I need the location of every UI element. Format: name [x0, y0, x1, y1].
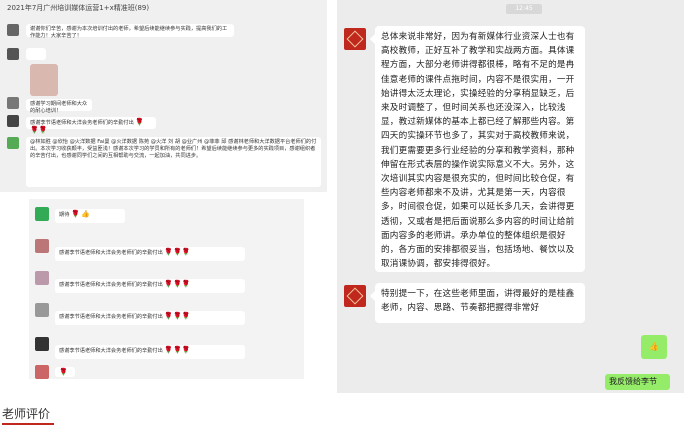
avatar	[35, 271, 49, 285]
chat-message: 感谢李节语老师和大洋会务老师们的辛勤付出 🌹🌹🌹	[55, 345, 245, 359]
chat-message-feedback: 总体来说非常好，因为有新媒体行业资深人士也有高校教师，正好互补了教学和实战两方面…	[370, 26, 585, 272]
group-chat-title: 2021年7月广州培训媒体运营1+x精准班(89)	[7, 4, 150, 12]
avatar	[7, 115, 19, 127]
chat-message: 感谢李节语老师和大洋会务老师们的辛勤付出 🌹🌹🌹	[55, 279, 245, 293]
avatar	[35, 337, 49, 351]
chat-message: 谢谢你们辛苦，感谢为本次培训付出的老师，希望后续能继续参与实践，提高我们的工作能…	[26, 24, 234, 39]
message-text: 感谢李节语老师和大洋会务老师们的辛勤付出	[59, 282, 163, 288]
flower-emoji: 🌹🌹🌹	[164, 346, 191, 354]
chat-message-highlight: 特别提一下，在这些老师里面，讲得最好的是桂鑫老师，内容、思路、节奏都把握得非常好	[370, 283, 585, 323]
message-text: 感谢李节语老师和大洋会务老师们的辛勤付出	[59, 314, 163, 320]
timestamp: 12:45	[506, 4, 542, 14]
thumbs-emoji: 👍	[81, 210, 91, 218]
avatar-red-logo	[344, 285, 366, 307]
message-text: 感谢李节语老师和大洋会务老师们的辛勤付出	[59, 250, 163, 256]
message-text: 期待	[59, 212, 70, 218]
group-chat-screenshot-bottom: 期待 🌹 👍 感谢李节语老师和大洋会务老师们的辛勤付出 🌹🌹🌹 感谢李节语老师和…	[29, 199, 304, 379]
chat-message: 感谢李节语老师和大洋会务老师们的辛勤付出 🌹🌹🌹	[55, 311, 245, 325]
section-title: 老师评价	[2, 407, 51, 421]
group-chat-screenshot-top: 2021年7月广州培训媒体运营1+x精准班(89) 谢谢你们辛苦，感谢为本次培训…	[0, 0, 327, 192]
avatar	[7, 48, 19, 60]
avatar	[7, 24, 19, 36]
chat-message: 期待 🌹 👍	[55, 209, 125, 223]
flower-emoji: 🌹🌹🌹	[164, 248, 191, 256]
chat-message-long: @林如胜 @欣怡 @火洋数据 Fai曼 @火洋数据 陈苑 @火洋 刘 胡 @业广…	[26, 137, 321, 187]
avatar	[35, 239, 49, 253]
section-underline	[2, 423, 54, 425]
chat-message: 感谢学习期间老师和大众的耐心培训！	[26, 99, 92, 114]
avatar-red-logo	[344, 28, 366, 50]
avatar	[35, 365, 49, 379]
chat-message: 感谢李节语老师和大洋会务老师们的辛勤付出 🌹🌹🌹	[55, 247, 245, 261]
chat-message: 🌹	[55, 367, 75, 377]
flower-emoji: 🌹🌹🌹	[164, 312, 191, 320]
avatar	[35, 303, 49, 317]
private-chat-screenshot: 12:45 总体来说非常好，因为有新媒体行业资深人士也有高校教师，正好互补了教学…	[337, 0, 684, 393]
reply-emoji-bubble: 👍	[641, 335, 667, 359]
avatar	[7, 97, 19, 109]
avatar	[7, 137, 19, 149]
chat-message: 感谢李节语老师和大洋会务老师们的辛勤付出 🌹🌹🌹	[26, 117, 156, 134]
message-text: 感谢李节语老师和大洋会务老师们的辛勤付出	[59, 348, 163, 354]
flower-emoji: 🌹	[59, 368, 68, 376]
avatar	[35, 207, 49, 221]
photo-avatar	[30, 64, 58, 96]
flower-emoji: 🌹🌹🌹	[164, 280, 191, 288]
flower-emoji: 🌹	[71, 210, 80, 218]
reply-message: 我反馈给李节	[605, 374, 670, 390]
chat-message	[26, 48, 46, 60]
